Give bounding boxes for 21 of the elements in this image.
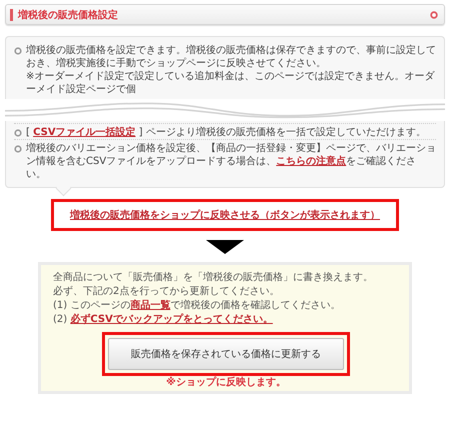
update-button[interactable]: 販売価格を保存されている価格に更新する (108, 338, 344, 370)
paragraph-text: (1) このページの商品一覧で増税後の価格を確認してください。 (53, 299, 342, 313)
bullet-icon (14, 129, 22, 137)
warning-text: ※ショップに反映します。 (166, 377, 286, 389)
paragraph-text: 増税後の販売価格を設定できます。増税後の販売価格は保存できますので、事前に設定しておき、増税実施後に手動でショップページに反映させてください。 (26, 44, 436, 70)
paragraph-text: 全商品について「販売価格」を「増税後の販売価格」に書き換えます。 (53, 271, 374, 285)
bullet-icon (14, 47, 22, 55)
paragraph-text: (2) 必ずCSVでバックアップをとってください。 (53, 313, 274, 327)
text-link[interactable]: 必ずCSVでバックアップをとってください。 (70, 314, 273, 325)
bullet-icon (14, 145, 22, 153)
paragraph-text: [ CSVファイル一括設定 ] ページより増税後の販売価格を一括で設定していただけます。 (26, 126, 426, 139)
ring-icon[interactable] (430, 10, 438, 18)
paragraph-text: ※オーダーメイド設定で設定している追加料金は、このページでは設定できません。オーダーメイド設定ページで個 (26, 70, 436, 96)
text-link[interactable]: CSVファイル一括設定 (33, 127, 136, 138)
text-link[interactable]: 商品一覧 (130, 300, 170, 311)
text-link[interactable]: こちらの注意点 (276, 156, 346, 167)
paragraph-text: 増税後のバリエーション価格を設定後、【商品の一括登録・変更】ページで、バリエーション情報を含むCSVファイルをアップロードする場合は、こちらの注意点をご確認ください。 (26, 142, 436, 181)
paragraph-text: 必ず、下記の2点を行ってから更新してください。 (53, 285, 280, 299)
section-title: 増税後の販売価格設定 (18, 8, 119, 22)
reflect-link[interactable]: 増税後の販売価格をショップに反映させる（ボタンが表示されます） (70, 210, 380, 221)
accent-bar (10, 8, 13, 20)
